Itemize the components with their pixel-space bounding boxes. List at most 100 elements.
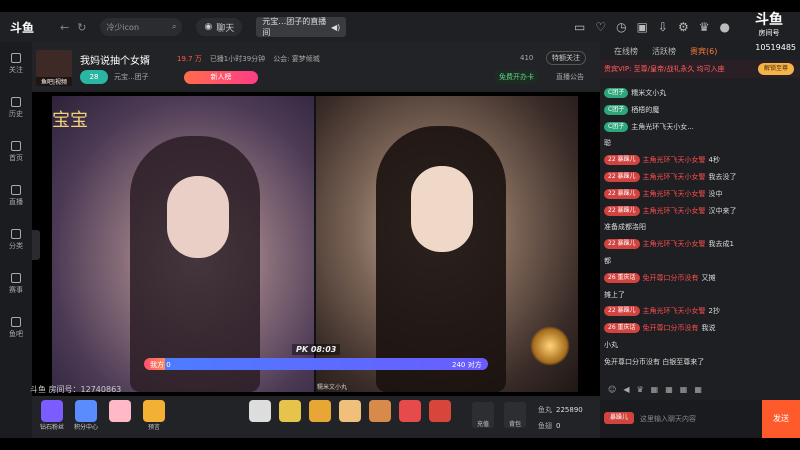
grid-icon-2[interactable]: ▦ <box>665 385 673 394</box>
gift-icon <box>309 400 331 422</box>
gift-icon <box>143 400 165 422</box>
sidebar-item-follow[interactable]: 关注 <box>0 42 32 86</box>
follower-count: 410 <box>520 54 534 62</box>
chat-message: C团子 栖梧的魔 <box>604 104 659 115</box>
grid-icon[interactable]: ▦ <box>651 385 659 394</box>
sidebar-item-home[interactable]: 首页 <box>0 130 32 174</box>
free-card-button[interactable]: 免费开办卡 <box>494 70 539 84</box>
user-name[interactable]: 免开尊口分币没有 <box>643 323 699 333</box>
user-name[interactable]: 主角光环飞天小女警 <box>643 306 706 316</box>
message-text: 摊上了 <box>604 290 625 299</box>
user-badge: 22 暴躁儿 <box>604 239 640 250</box>
user-name[interactable]: 免开尊口分币没有 <box>643 273 699 283</box>
back-icon[interactable]: ← <box>60 21 69 34</box>
room-tab[interactable]: 元宝…团子的直播间 ◀) <box>256 17 347 37</box>
gift-mid-0[interactable] <box>246 400 274 434</box>
grid-icon-4[interactable]: ▦ <box>694 385 702 394</box>
chat-message: 26 重庆话 免开尊口分币没有 我说 <box>604 323 716 334</box>
sidebar-item-live[interactable]: 直播 <box>0 174 32 218</box>
gift-bar: 钻石粉丝 积分中心 预言 充值 背包 鱼丸 225890 鱼翅 0 <box>32 396 600 438</box>
grid-icon-3[interactable]: ▦ <box>680 385 688 394</box>
search-icon[interactable]: ⌕ <box>172 22 176 32</box>
gift-icon <box>41 400 63 422</box>
right-streamer-name: 糯米文小丸 <box>317 384 348 391</box>
send-button[interactable]: 发送 <box>762 400 800 438</box>
room-header: 鱼吧|视频 我妈说抽个女婿 19.7 万 已播1小时39分钟 公会: 宴梦倾城 … <box>32 42 600 92</box>
user-badge: C团子 <box>604 104 629 115</box>
chat-message: 22 暴躁儿 主角光环飞天小女警 汉中来了 <box>604 205 737 216</box>
chat-message: 小丸 <box>604 340 618 350</box>
tab-active[interactable]: 活跃榜 <box>652 46 676 57</box>
chat-message: 22 暴躁儿 主角光环飞天小女警 我去成1 <box>604 239 734 250</box>
clock-icon[interactable]: ◷ <box>616 20 626 34</box>
emoji-icon[interactable]: ☺ <box>608 385 616 394</box>
nav-arrows: ← ↻ <box>60 21 86 34</box>
speaker-icon[interactable]: ◀ <box>623 385 629 394</box>
sidebar-item-category[interactable]: 分类 <box>0 218 32 262</box>
unlock-button[interactable]: 解锁至尊 <box>757 63 794 75</box>
gift-mid-2[interactable] <box>306 400 334 434</box>
user-name[interactable]: 主角光环飞天小女警 <box>643 189 706 199</box>
user-name[interactable]: 主角光环飞天小女警 <box>643 172 706 182</box>
search-input[interactable]: 冷少icon ⌕ <box>100 18 183 36</box>
lamp <box>530 326 570 366</box>
user-name[interactable]: 主角光环飞天小女警 <box>643 206 706 216</box>
message-text: 2抄 <box>708 307 721 316</box>
host-name[interactable]: 元宝...团子 <box>114 72 149 82</box>
chat-input[interactable]: 这里输入聊天内容 <box>640 410 750 428</box>
gift-mid-4[interactable] <box>366 400 394 434</box>
crown-icon[interactable]: ♛ <box>699 20 710 34</box>
message-text: 我去没了 <box>708 173 737 181</box>
crown-icon[interactable]: ♛ <box>637 385 644 394</box>
new-rank-button[interactable]: 新人榜 <box>184 71 258 84</box>
sidebar-item-events[interactable]: 赛事 <box>0 262 32 306</box>
chat-button[interactable]: ◉ 聊天 <box>196 18 243 36</box>
gift-label: 钻石粉丝 <box>39 424 64 431</box>
level-badge: 28 <box>80 70 108 84</box>
gift-icon <box>399 400 421 422</box>
video-player[interactable]: 宝宝 PK 08:03 我方 0 240 对方 糯米文小丸 <box>52 96 578 392</box>
streamer-avatar[interactable]: 鱼吧|视频 <box>36 50 72 86</box>
message-icon[interactable]: ▭ <box>574 20 585 34</box>
gift-icon <box>279 400 301 422</box>
user-badge: 22 暴躁儿 <box>604 188 640 199</box>
sidebar-item-history[interactable]: 历史 <box>0 86 32 130</box>
chat-badge[interactable]: 暴躁儿 <box>604 412 634 424</box>
avatar[interactable]: ● <box>720 20 730 34</box>
gift-left-2[interactable] <box>106 400 134 434</box>
calendar-icon[interactable]: ▣ <box>637 20 648 34</box>
gift-left-0[interactable]: 钻石粉丝 <box>38 400 66 434</box>
announcement-button[interactable]: 直播公告 <box>556 72 584 82</box>
right-stream <box>316 96 578 392</box>
message-text: 聪 <box>604 139 611 148</box>
sidebar-collapse-handle[interactable] <box>32 230 40 260</box>
refresh-icon[interactable]: ↻ <box>77 21 86 34</box>
douyu-logo[interactable]: 斗鱼 <box>0 12 60 42</box>
tab-vip[interactable]: 贵宾(6) <box>690 46 717 57</box>
user-badge: 22 暴躁儿 <box>604 155 640 166</box>
left-stream: 宝宝 <box>52 96 314 392</box>
message-text: 免开尊口分币没有 白银至尊来了 <box>604 357 705 366</box>
gift-mid-5[interactable] <box>396 400 424 434</box>
gift-mid-3[interactable] <box>336 400 364 434</box>
tab-online[interactable]: 在线榜 <box>614 46 638 57</box>
download-icon[interactable]: ⇩ <box>658 20 668 34</box>
user-name[interactable]: 主角光环飞天小女警 <box>643 239 706 249</box>
recharge-button[interactable]: 充值 <box>472 402 494 428</box>
volume-icon[interactable]: ◀) <box>331 23 340 32</box>
settings-icon[interactable]: ⚙ <box>678 20 689 34</box>
follow-button[interactable]: 特额关注 <box>546 51 586 65</box>
gift-mid-1[interactable] <box>276 400 304 434</box>
chat-message: 都 <box>604 256 611 266</box>
face-r <box>411 166 473 252</box>
room-id-overlay: 斗鱼 房间号：12740863 <box>30 385 122 394</box>
gift-left-1[interactable]: 积分中心 <box>72 400 100 434</box>
heart-icon[interactable]: ♡ <box>595 20 606 34</box>
gift-mid-6[interactable] <box>426 400 454 434</box>
gift-left-3[interactable]: 预言 <box>140 400 168 434</box>
gift-icon <box>75 400 97 422</box>
user-name[interactable]: 主角光环飞天小女警 <box>643 155 706 165</box>
fish-fin: 鱼翅 0 <box>538 422 561 430</box>
backpack-button[interactable]: 背包 <box>504 402 526 428</box>
sidebar-item-fishbar[interactable]: 鱼吧 <box>0 306 32 350</box>
